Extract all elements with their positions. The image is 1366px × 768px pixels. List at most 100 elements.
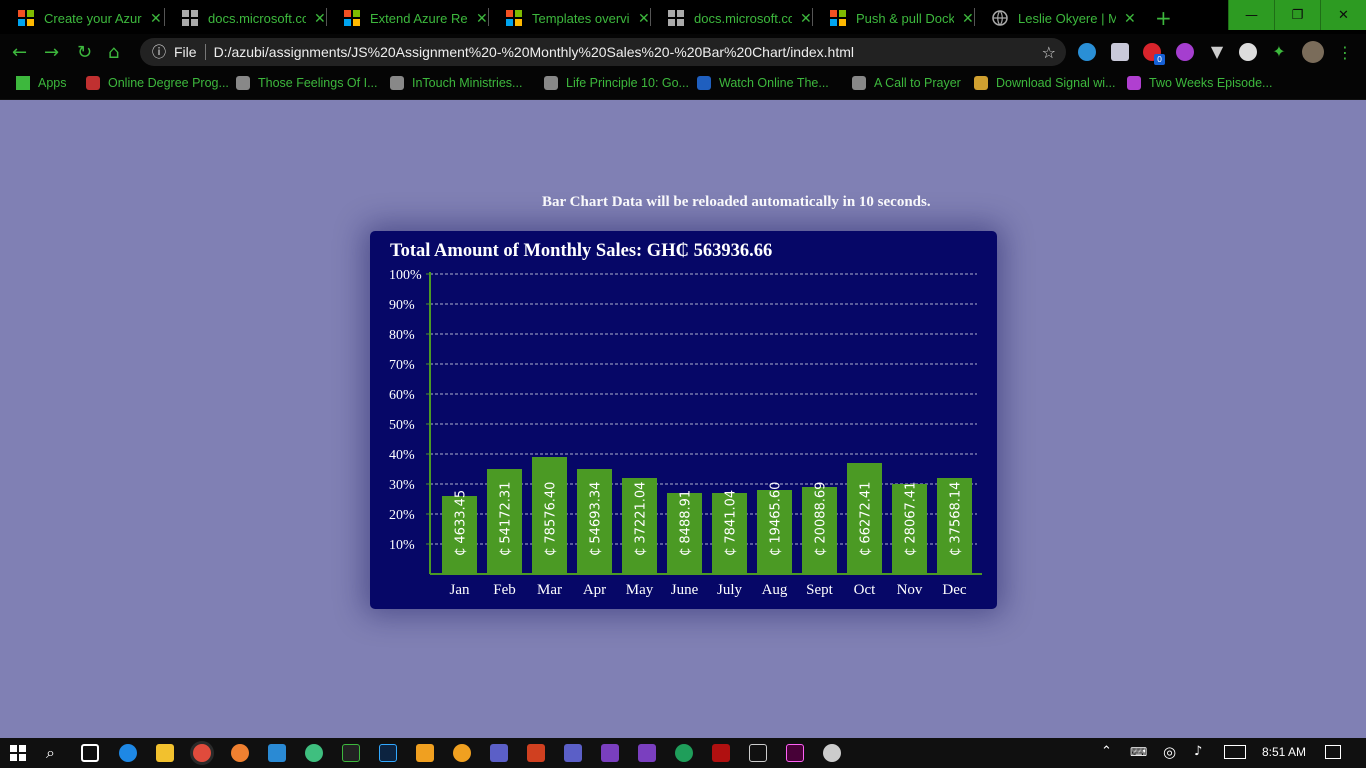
bookmark-item[interactable]: Apps xyxy=(16,76,67,90)
extension-icon[interactable] xyxy=(1176,43,1194,61)
app-icon[interactable] xyxy=(749,744,767,762)
site-info-icon[interactable]: ⓘ xyxy=(152,42,166,62)
address-bar[interactable]: ⓘ File D:/azubi/assignments/JS%20Assignm… xyxy=(140,38,1066,66)
home-icon[interactable]: ⌂ xyxy=(108,42,119,63)
y-tick-label: 30% xyxy=(389,478,415,493)
battery-icon[interactable] xyxy=(1224,745,1246,759)
site-icon xyxy=(1127,76,1141,90)
microsoft-icon xyxy=(506,10,522,26)
tab-1[interactable]: Create your Azure ✕ xyxy=(4,4,162,32)
bookmark-item[interactable]: Watch Online The... xyxy=(697,76,829,90)
bookmark-item[interactable]: Online Degree Prog... xyxy=(86,76,229,90)
close-window-button[interactable]: ✕ xyxy=(1320,0,1366,30)
bookmark-label: Two Weeks Episode... xyxy=(1149,76,1273,90)
close-tab-icon[interactable]: ✕ xyxy=(638,10,650,27)
bookmark-label: Watch Online The... xyxy=(719,76,829,90)
bar-value-label: ₵ 54172.31 xyxy=(499,482,514,556)
photoshop-icon[interactable] xyxy=(379,744,397,762)
app-icon[interactable] xyxy=(638,744,656,762)
pycharm-icon[interactable] xyxy=(342,744,360,762)
vscode-icon[interactable] xyxy=(268,744,286,762)
microsoft-icon xyxy=(18,10,34,26)
tab-4[interactable]: Templates overview ✕ xyxy=(492,4,650,32)
close-tab-icon[interactable]: ✕ xyxy=(476,10,488,27)
filezilla-icon[interactable] xyxy=(712,744,730,762)
bookmark-label: Life Principle 10: Go... xyxy=(566,76,689,90)
back-arrow-icon[interactable]: ← xyxy=(12,42,27,63)
volume-icon[interactable]: ♪ xyxy=(1194,744,1202,759)
close-tab-icon[interactable]: ✕ xyxy=(1124,10,1136,27)
y-tick-label: 10% xyxy=(389,538,415,553)
tab-7[interactable]: Leslie Okyere | Mo ✕ xyxy=(978,4,1136,32)
app-icon[interactable] xyxy=(823,744,841,762)
extension-icon[interactable]: ▼ xyxy=(1208,43,1226,61)
tab-3[interactable]: Extend Azure Reso ✕ xyxy=(330,4,488,32)
bookmark-item[interactable]: Those Feelings Of I... xyxy=(236,76,378,90)
app-icon[interactable] xyxy=(490,744,508,762)
teams-icon[interactable] xyxy=(564,744,582,762)
bookmark-star-icon[interactable]: ☆ xyxy=(1042,43,1056,62)
extension-icon[interactable] xyxy=(1239,43,1257,61)
app-icon[interactable] xyxy=(231,744,249,762)
bookmark-item[interactable]: InTouch Ministries... xyxy=(390,76,522,90)
close-tab-icon[interactable]: ✕ xyxy=(962,10,974,27)
search-icon[interactable]: ⌕ xyxy=(46,743,55,763)
bar-value-label: ₵ 4633.45 xyxy=(454,490,469,556)
tab-6[interactable]: Push & pull Docker ✕ xyxy=(816,4,974,32)
bar-value-label: ₵ 8488.91 xyxy=(679,490,694,556)
bookmarks-bar: Apps Online Degree Prog... Those Feelings … xyxy=(0,70,1366,100)
x-tick-label: July xyxy=(717,582,743,598)
keyboard-lang-icon[interactable]: ⌨ xyxy=(1130,745,1147,759)
tab-title: Push & pull Docker xyxy=(856,10,954,26)
y-tick-label: 90% xyxy=(389,298,415,313)
chrome-icon[interactable] xyxy=(193,744,211,762)
close-tab-icon[interactable]: ✕ xyxy=(314,10,326,27)
windows-start-icon[interactable] xyxy=(10,745,26,761)
edge-icon[interactable] xyxy=(119,744,137,762)
bar-value-label: ₵ 7841.04 xyxy=(724,490,739,556)
tab-title: Leslie Okyere | Mo xyxy=(1018,10,1116,26)
bookmark-item[interactable]: Download Signal wi... xyxy=(974,76,1116,90)
address-url[interactable]: D:/azubi/assignments/JS%20Assignment%20-… xyxy=(214,44,854,60)
app-icon[interactable] xyxy=(453,744,471,762)
app-icon[interactable] xyxy=(527,744,545,762)
file-explorer-icon[interactable] xyxy=(156,744,174,762)
app-icon[interactable] xyxy=(305,744,323,762)
close-tab-icon[interactable]: ✕ xyxy=(150,10,162,27)
bar-value-label: ₵ 19465.60 xyxy=(769,482,784,556)
bar-value-label: ₵ 37568.14 xyxy=(949,482,964,556)
chevron-up-icon[interactable]: ⌃ xyxy=(1101,744,1112,759)
x-tick-label: Sept xyxy=(806,582,834,598)
network-icon[interactable]: ◎ xyxy=(1163,743,1176,761)
app-icon[interactable] xyxy=(675,744,693,762)
tab-separator xyxy=(488,8,489,26)
extension-icon[interactable] xyxy=(1078,43,1096,61)
microsoft-gray-icon xyxy=(182,10,198,26)
address-divider xyxy=(204,44,206,60)
app-icon[interactable] xyxy=(416,744,434,762)
app-icon[interactable] xyxy=(601,744,619,762)
site-icon xyxy=(390,76,404,90)
bookmark-item[interactable]: Life Principle 10: Go... xyxy=(544,76,689,90)
extension-icon[interactable] xyxy=(1111,43,1129,61)
tab-2[interactable]: docs.microsoft.com ✕ xyxy=(168,4,326,32)
restore-button[interactable]: ❐ xyxy=(1274,0,1320,30)
puzzle-icon[interactable]: ✦ xyxy=(1270,43,1288,61)
xd-icon[interactable] xyxy=(786,744,804,762)
reload-icon[interactable]: ↻ xyxy=(77,42,92,63)
taskbar-clock[interactable]: 8:51 AM xyxy=(1262,745,1306,759)
task-view-icon[interactable] xyxy=(81,744,99,762)
tab-5[interactable]: docs.microsoft.com ✕ xyxy=(654,4,812,32)
menu-icon[interactable]: ⋮ xyxy=(1337,43,1353,62)
new-tab-button[interactable]: + xyxy=(1155,6,1172,30)
close-tab-icon[interactable]: ✕ xyxy=(800,10,812,27)
minimize-button[interactable]: — xyxy=(1228,0,1274,30)
bookmark-item[interactable]: A Call to Prayer xyxy=(852,76,961,90)
bar-chart: 10% 20% 30% 40% 50% 60% 70% 80% 90% 100% ₵ 4633.45… xyxy=(389,268,982,598)
bookmark-item[interactable]: Two Weeks Episode... xyxy=(1127,76,1272,90)
forward-arrow-icon[interactable]: → xyxy=(44,42,59,63)
tab-separator xyxy=(812,8,813,26)
y-tick-label: 100% xyxy=(389,268,422,283)
notifications-icon[interactable] xyxy=(1325,745,1341,759)
avatar[interactable] xyxy=(1302,41,1324,63)
